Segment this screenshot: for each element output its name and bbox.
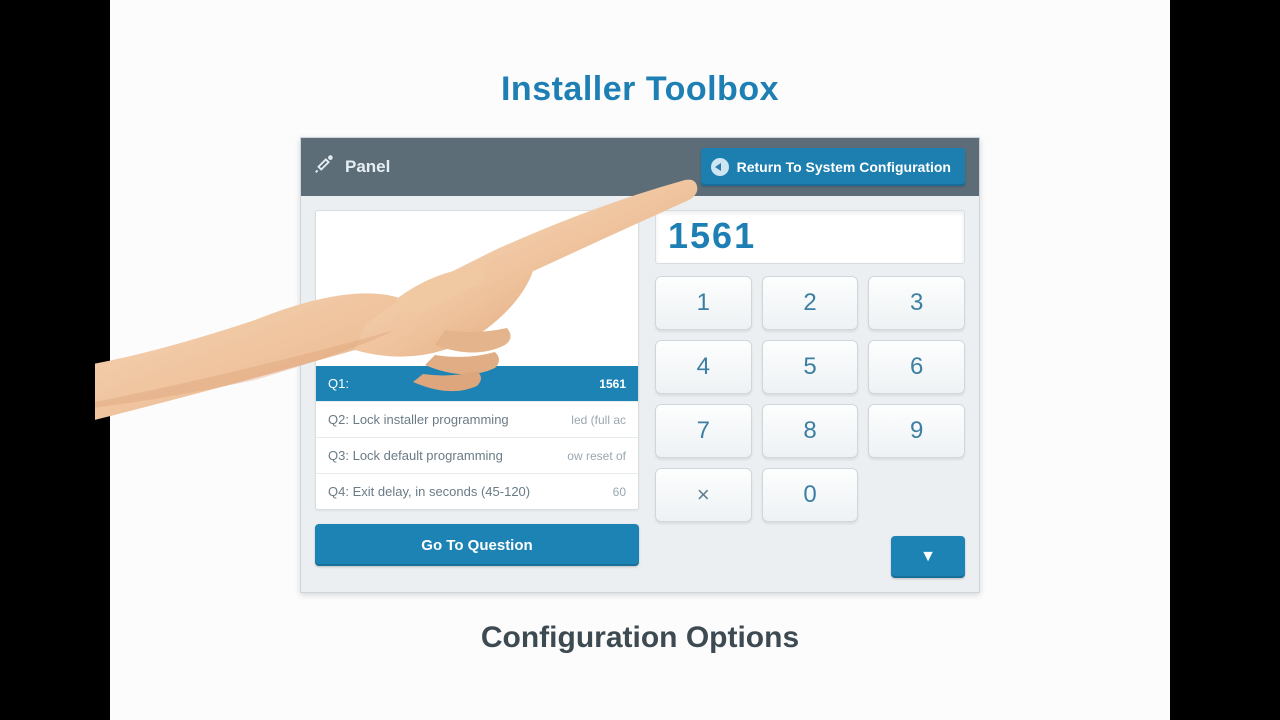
panel-body: Q1: 1561 Q2: Lock installer programming … — [301, 196, 979, 592]
panel-header: Panel Return To System Configuration — [301, 138, 979, 196]
key-clear[interactable]: × — [655, 468, 752, 522]
key-0[interactable]: 0 — [762, 468, 859, 522]
question-value: 1561 — [546, 377, 626, 391]
return-button-label: Return To System Configuration — [737, 159, 951, 175]
key-7[interactable]: 7 — [655, 404, 752, 458]
key-6[interactable]: 6 — [868, 340, 965, 394]
return-arrow-icon — [711, 158, 729, 176]
down-arrow-button[interactable]: ▼ — [891, 536, 965, 578]
panel-title-label: Panel — [345, 157, 390, 177]
key-9[interactable]: 9 — [868, 404, 965, 458]
key-5[interactable]: 5 — [762, 340, 859, 394]
page-subtitle: Configuration Options — [481, 621, 799, 655]
question-value: led (full ac — [546, 413, 626, 427]
tools-icon — [313, 153, 335, 181]
keypad: 1 2 3 4 5 6 7 8 9 × 0 — [655, 276, 965, 522]
question-label: Q1: — [328, 376, 546, 391]
question-row-q4[interactable]: Q4: Exit delay, in seconds (45-120) 60 — [316, 473, 638, 509]
question-label: Q3: Lock default programming — [328, 448, 546, 463]
key-8[interactable]: 8 — [762, 404, 859, 458]
question-label: Q2: Lock installer programming — [328, 412, 546, 427]
key-3[interactable]: 3 — [868, 276, 965, 330]
go-to-question-button[interactable]: Go To Question — [315, 524, 639, 566]
question-value: ow reset of — [546, 449, 626, 463]
page-title: Installer Toolbox — [501, 70, 779, 109]
question-list: Q1: 1561 Q2: Lock installer programming … — [315, 210, 639, 510]
question-value: 60 — [546, 485, 626, 499]
numeric-display: 1561 — [655, 210, 965, 264]
keypad-column: 1561 1 2 3 4 5 6 7 8 9 × 0 ▼ — [655, 210, 965, 578]
key-4[interactable]: 4 — [655, 340, 752, 394]
question-column: Q1: 1561 Q2: Lock installer programming … — [315, 210, 639, 578]
key-1[interactable]: 1 — [655, 276, 752, 330]
config-panel: Panel Return To System Configuration Q1:… — [300, 137, 980, 593]
question-label: Q4: Exit delay, in seconds (45-120) — [328, 484, 546, 499]
question-row-q2[interactable]: Q2: Lock installer programming led (full… — [316, 401, 638, 437]
question-row-q3[interactable]: Q3: Lock default programming ow reset of — [316, 437, 638, 473]
return-to-system-config-button[interactable]: Return To System Configuration — [701, 148, 965, 186]
key-2[interactable]: 2 — [762, 276, 859, 330]
question-row-q1[interactable]: Q1: 1561 — [316, 366, 638, 401]
